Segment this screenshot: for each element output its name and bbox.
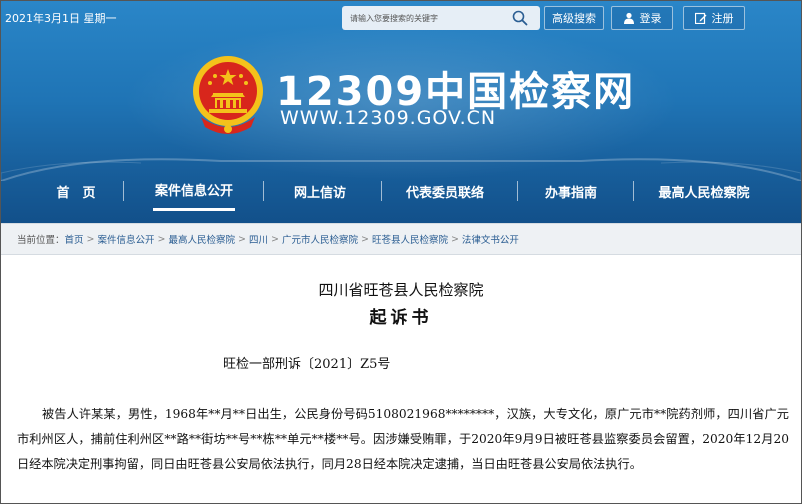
- register-button[interactable]: 注册: [683, 6, 745, 30]
- nav-divider: [633, 181, 634, 201]
- user-icon: [623, 12, 634, 24]
- breadcrumb-label: 当前位置：: [17, 235, 65, 246]
- document-paragraph: 被告人许某某，男性，1968年**月**日出生，公民身份号码5108021968…: [17, 407, 789, 471]
- document-title: 起诉书: [369, 308, 433, 328]
- login-label: 登录: [639, 12, 662, 25]
- nav-divider: [381, 181, 382, 201]
- advanced-search-button[interactable]: 高级搜索: [544, 6, 604, 30]
- breadcrumb-link[interactable]: 最高人民检察院: [168, 232, 235, 246]
- breadcrumb-separator: >: [86, 233, 95, 245]
- edit-icon: [694, 12, 706, 24]
- nav-item-case-info[interactable]: 案件信息公开: [153, 171, 235, 211]
- breadcrumb-separator: >: [450, 233, 459, 245]
- main-nav: 首 页 案件信息公开 网上信访 代表委员联络 办事指南 最高人民检察院: [1, 171, 801, 213]
- breadcrumb-link[interactable]: 首页: [65, 232, 84, 246]
- login-button[interactable]: 登录: [611, 6, 673, 30]
- nav-item-deputy-liaison[interactable]: 代表委员联络: [397, 171, 493, 211]
- nav-divider: [263, 181, 264, 201]
- nav-item-guide[interactable]: 办事指南: [533, 171, 609, 211]
- nav-item-home[interactable]: 首 页: [41, 171, 111, 211]
- document-org: 四川省旺苍县人民检察院: [318, 281, 484, 299]
- register-label: 注册: [711, 12, 734, 25]
- advanced-search-label: 高级搜索: [552, 12, 596, 25]
- site-logo-url: WWW.12309.GOV.CN: [280, 107, 497, 129]
- search-input[interactable]: [350, 13, 510, 23]
- document-body: 四川省旺苍县人民检察院 起诉书 旺检一部刑诉〔2021〕Z5号 被告人许某某，男…: [1, 255, 801, 504]
- nav-divider: [517, 181, 518, 201]
- current-date: 2021年3月1日 星期一: [5, 12, 117, 25]
- breadcrumb-link[interactable]: 法律文书公开: [462, 232, 519, 246]
- breadcrumb: 当前位置： 首页 > 案件信息公开 > 最高人民检察院 > 四川 > 广元市人民检察院 >…: [1, 223, 801, 255]
- search-icon[interactable]: [512, 10, 528, 26]
- breadcrumb-link[interactable]: 四川: [249, 232, 268, 246]
- nav-item-petition[interactable]: 网上信访: [283, 171, 357, 211]
- breadcrumb-link[interactable]: 广元市人民检察院: [282, 232, 358, 246]
- nav-divider: [123, 181, 124, 201]
- document-number: 旺检一部刑诉〔2021〕Z5号: [223, 357, 391, 372]
- breadcrumb-separator: >: [157, 233, 166, 245]
- breadcrumb-separator: >: [270, 233, 279, 245]
- breadcrumb-separator: >: [360, 233, 369, 245]
- header-banner: 2021年3月1日 星期一 高级搜索 登录 注册: [1, 1, 801, 223]
- breadcrumb-separator: >: [238, 233, 246, 245]
- breadcrumb-link[interactable]: 案件信息公开: [98, 232, 155, 246]
- breadcrumb-link[interactable]: 旺苍县人民检察院: [372, 232, 448, 246]
- search-box[interactable]: [342, 6, 540, 30]
- national-emblem-icon: [193, 56, 263, 134]
- nav-item-supreme-procuratorate[interactable]: 最高人民检察院: [649, 171, 759, 211]
